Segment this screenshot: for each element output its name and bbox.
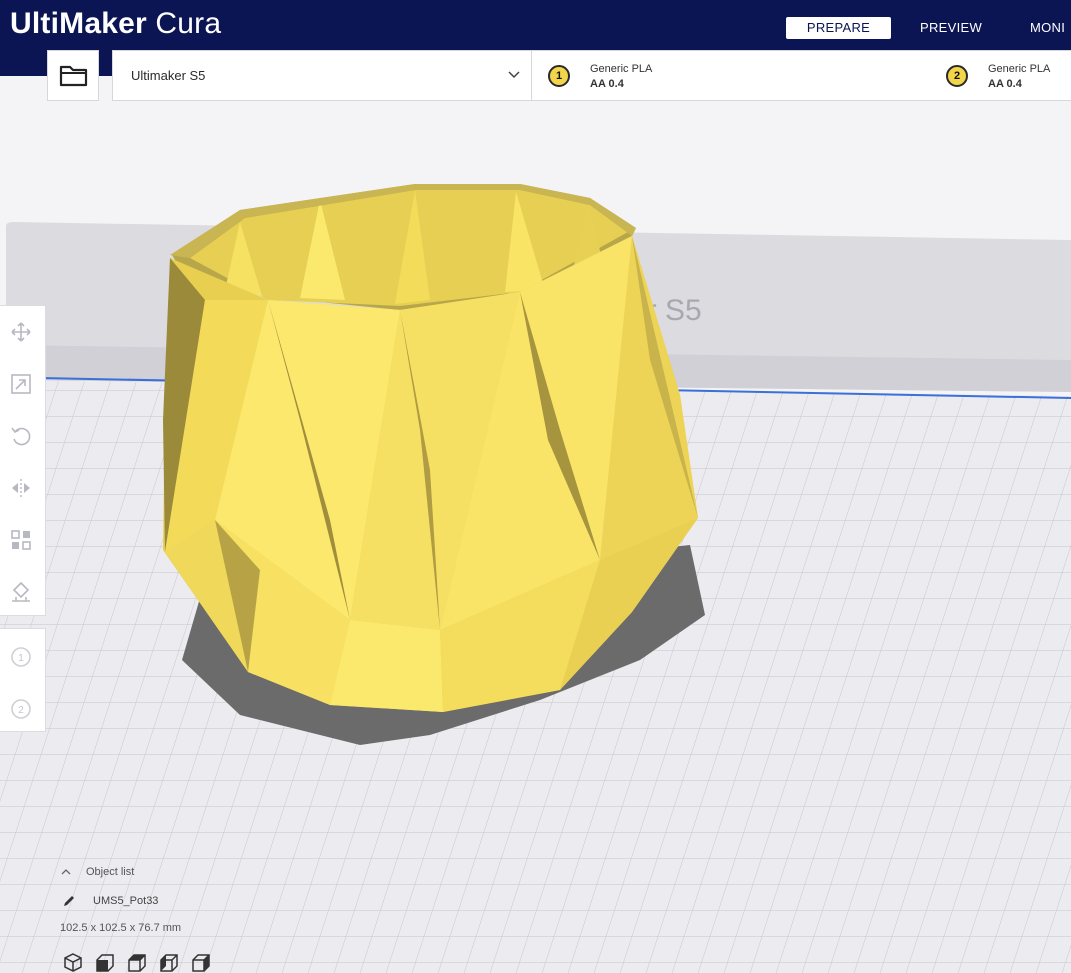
left-view-icon[interactable] bbox=[158, 952, 180, 973]
right-view-icon[interactable] bbox=[190, 952, 212, 973]
object-name: UMS5_Pot33 bbox=[93, 895, 159, 907]
support-blocker-icon[interactable] bbox=[9, 580, 33, 604]
extruder-1-selector[interactable]: 1 bbox=[9, 645, 33, 669]
chevron-down-icon bbox=[508, 71, 520, 79]
object-dimensions: 102.5 x 102.5 x 76.7 mm bbox=[60, 922, 182, 934]
tab-preview[interactable]: PREVIEW bbox=[906, 17, 996, 39]
printer-name: Ultimaker S5 bbox=[131, 68, 206, 83]
per-model-settings-icon[interactable] bbox=[9, 528, 33, 552]
brand-product: Cura bbox=[155, 7, 222, 40]
app-logo: UltiMaker Cura bbox=[10, 6, 221, 42]
extruder-1-material: Generic PLA bbox=[590, 63, 653, 75]
object-name-row[interactable]: UMS5_Pot33 bbox=[60, 893, 200, 911]
extruder-2-badge: 2 bbox=[946, 65, 968, 87]
object-list-toggle[interactable]: Object list bbox=[60, 864, 180, 882]
printer-selector[interactable]: Ultimaker S5 bbox=[113, 51, 531, 100]
extruder-selector-panel: 1 2 bbox=[0, 628, 46, 732]
tool-panel bbox=[0, 305, 46, 616]
extruder-2-material: Generic PLA bbox=[988, 63, 1051, 75]
folder-icon bbox=[59, 65, 88, 87]
move-icon[interactable] bbox=[9, 320, 33, 344]
front-view-icon[interactable] bbox=[94, 952, 116, 973]
extruder-1-badge: 1 bbox=[548, 65, 570, 87]
open-file-button[interactable] bbox=[47, 50, 99, 101]
material-selector[interactable]: 1 Generic PLA AA 0.4 2 Generic PLA AA 0.… bbox=[532, 51, 1071, 100]
printer-configuration-bar: Ultimaker S5 1 Generic PLA AA 0.4 2 Gene… bbox=[112, 50, 1071, 101]
extruder-2-selector-label: 2 bbox=[18, 705, 24, 716]
build-plate-viewport[interactable]: er S5 bbox=[0, 0, 1071, 973]
pencil-icon bbox=[64, 896, 74, 906]
mirror-icon[interactable] bbox=[9, 476, 33, 500]
top-view-icon[interactable] bbox=[126, 952, 148, 973]
extruder-1-core: AA 0.4 bbox=[590, 78, 624, 90]
extruder-2-selector[interactable]: 2 bbox=[9, 697, 33, 721]
tab-prepare[interactable]: PREPARE bbox=[786, 17, 891, 39]
3d-view-icon[interactable] bbox=[62, 952, 84, 973]
tab-monitor[interactable]: MONI bbox=[1030, 17, 1071, 39]
chevron-up-icon bbox=[61, 869, 71, 875]
object-list-label: Object list bbox=[86, 866, 135, 878]
extruder-2-core: AA 0.4 bbox=[988, 78, 1022, 90]
extruder-1-selector-label: 1 bbox=[18, 653, 24, 664]
rotate-icon[interactable] bbox=[9, 424, 33, 448]
brand-name: UltiMaker bbox=[10, 7, 147, 40]
scale-icon[interactable] bbox=[9, 372, 33, 396]
